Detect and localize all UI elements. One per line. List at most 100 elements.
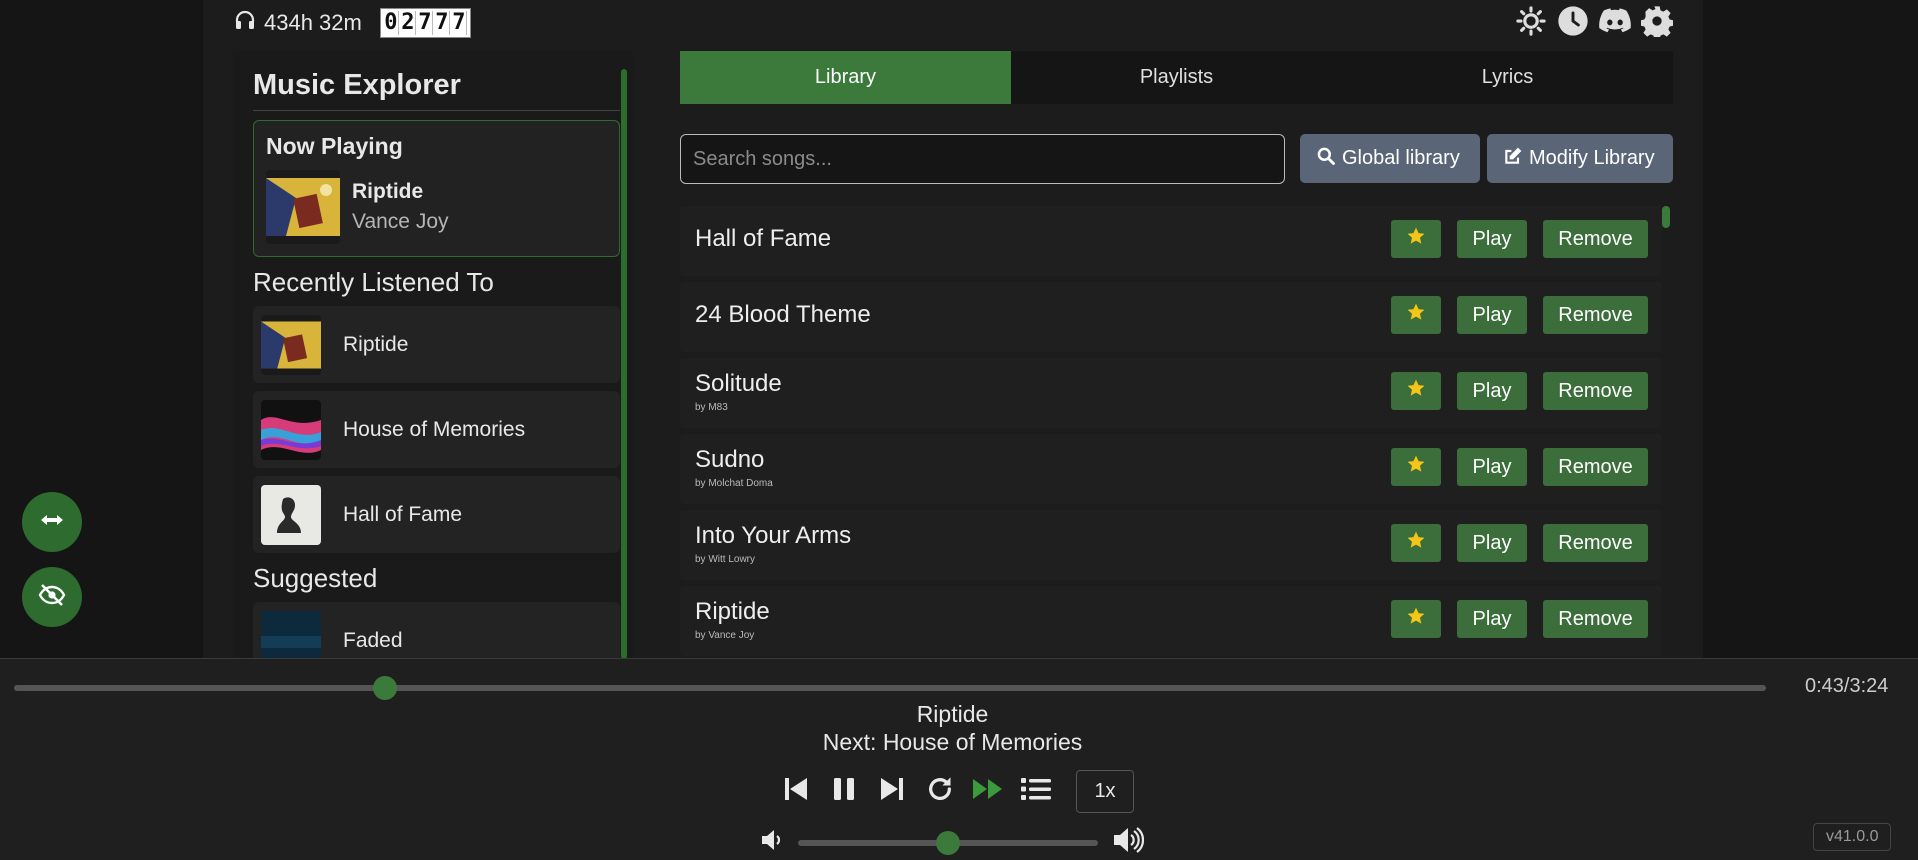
play-button[interactable]: Play (1457, 220, 1527, 258)
fast-forward-icon (972, 777, 1004, 806)
now-playing-card[interactable]: Now Playing Riptide Vance Joy (253, 120, 620, 257)
volume-control (760, 827, 1145, 858)
skip-forward-icon (880, 776, 904, 807)
favorite-button[interactable] (1391, 448, 1441, 486)
star-icon (1406, 226, 1426, 252)
recent-heading: Recently Listened To (253, 267, 494, 297)
counter-digit: 7 (434, 10, 450, 35)
queue-button[interactable] (1020, 776, 1052, 808)
suggested-item-title: Faded (343, 628, 403, 652)
global-library-button[interactable]: Global library (1300, 134, 1480, 183)
star-icon (1406, 302, 1426, 328)
clock-icon[interactable] (1556, 4, 1590, 38)
modify-library-button[interactable]: Modify Library (1487, 134, 1673, 183)
play-button[interactable]: Play (1457, 372, 1527, 410)
now-playing-artist: Vance Joy (352, 210, 449, 233)
star-icon (1406, 454, 1426, 480)
remove-button[interactable]: Remove (1543, 448, 1648, 486)
song-list-scrollbar[interactable] (1661, 206, 1671, 658)
progress-knob[interactable] (372, 676, 397, 700)
counter-digit: 0 (383, 10, 399, 35)
album-art (266, 170, 340, 244)
suggested-item[interactable]: Faded (253, 602, 620, 658)
version-badge: v41.0.0 (1813, 823, 1892, 851)
global-library-label: Global library (1342, 147, 1460, 169)
sidebar-scroll-thumb[interactable] (621, 69, 627, 658)
remove-button[interactable]: Remove (1543, 220, 1648, 258)
suggested-heading: Suggested (253, 563, 378, 593)
song-row: Into Your Arms by Witt Lowry Play Remove (680, 510, 1662, 580)
song-artist: by M83 (695, 402, 728, 413)
song-title: Riptide (695, 598, 770, 625)
remove-button[interactable]: Remove (1543, 600, 1648, 638)
song-list-scroll-thumb[interactable] (1662, 206, 1670, 228)
volume-slider[interactable] (798, 830, 1098, 855)
listen-time: 434h 32m (232, 8, 362, 38)
song-actions: Play Remove (1391, 600, 1648, 638)
app-root: 434h 32m 0 2 7 7 7 Music Explorer Now Pl… (0, 0, 1918, 860)
search-icon (1316, 146, 1336, 172)
sun-icon[interactable] (1514, 4, 1548, 38)
top-bar: 434h 32m 0 2 7 7 7 (232, 4, 471, 42)
counter-digit: 2 (400, 10, 416, 35)
sidebar: Music Explorer Now Playing Riptide Vance… (233, 51, 633, 658)
counter-digit: 7 (417, 10, 433, 35)
recent-item-title: House of Memories (343, 417, 526, 441)
play-button[interactable]: Play (1457, 600, 1527, 638)
album-art (261, 399, 321, 460)
tab-library[interactable]: Library (680, 51, 1011, 104)
next-song-title: Next: House of Memories (822, 729, 1083, 755)
favorite-button[interactable] (1391, 296, 1441, 334)
player-bar: 0:43/3:24 Riptide Next: House of Memorie… (0, 658, 1918, 860)
counter-digit: 7 (451, 10, 467, 35)
discord-icon[interactable] (1598, 4, 1632, 38)
song-title: Into Your Arms (695, 522, 852, 549)
remove-button[interactable]: Remove (1543, 524, 1648, 562)
search-input[interactable] (680, 134, 1285, 184)
volume-knob[interactable] (936, 830, 960, 855)
now-playing-song: Riptide (352, 180, 424, 203)
favorite-button[interactable] (1391, 220, 1441, 258)
volume-up-icon[interactable] (1112, 827, 1145, 858)
listen-time-text: 434h 32m (264, 10, 362, 35)
pause-button[interactable] (828, 776, 860, 808)
progress-bar[interactable] (14, 676, 1766, 700)
song-actions: Play Remove (1391, 448, 1648, 486)
previous-button[interactable] (780, 776, 812, 808)
fast-forward-button[interactable] (972, 776, 1004, 808)
tab-bar: Library Playlists Lyrics (680, 51, 1673, 104)
playback-controls: 1x (780, 770, 1134, 813)
song-row: Solitude by M83 Play Remove (680, 358, 1662, 428)
remove-button[interactable]: Remove (1543, 372, 1648, 410)
hide-button[interactable] (22, 567, 82, 627)
resize-button[interactable] (22, 492, 82, 552)
favorite-button[interactable] (1391, 372, 1441, 410)
next-button[interactable] (876, 776, 908, 808)
tab-playlists[interactable]: Playlists (1011, 51, 1342, 104)
headphones-icon (232, 8, 258, 38)
recent-item[interactable]: House of Memories (253, 391, 620, 468)
resize-arrows-icon (40, 513, 64, 532)
recent-item[interactable]: Hall of Fame (253, 476, 620, 553)
song-list: Hall of Fame Play Remove 24 Blood Theme … (680, 206, 1662, 658)
tab-lyrics[interactable]: Lyrics (1342, 51, 1673, 104)
play-button[interactable]: Play (1457, 524, 1527, 562)
recent-item[interactable]: Riptide (253, 306, 620, 383)
now-playing-text: Riptide Vance Joy (352, 180, 449, 234)
song-title: Sudno (695, 446, 765, 473)
remove-button[interactable]: Remove (1543, 296, 1648, 334)
favorite-button[interactable] (1391, 524, 1441, 562)
song-row: 24 Blood Theme Play Remove (680, 282, 1662, 352)
skip-back-icon (784, 776, 808, 807)
list-icon (1021, 776, 1051, 807)
play-button[interactable]: Play (1457, 296, 1527, 334)
play-button[interactable]: Play (1457, 448, 1527, 486)
favorite-button[interactable] (1391, 600, 1441, 638)
sidebar-scrollbar[interactable] (619, 55, 629, 658)
now-playing-label: Now Playing (266, 133, 403, 159)
volume-down-icon[interactable] (760, 829, 784, 856)
gear-icon[interactable] (1640, 4, 1674, 38)
speed-button[interactable]: 1x (1076, 770, 1134, 813)
repeat-button[interactable] (924, 776, 956, 808)
song-artist: by Witt Lowry (695, 554, 756, 565)
